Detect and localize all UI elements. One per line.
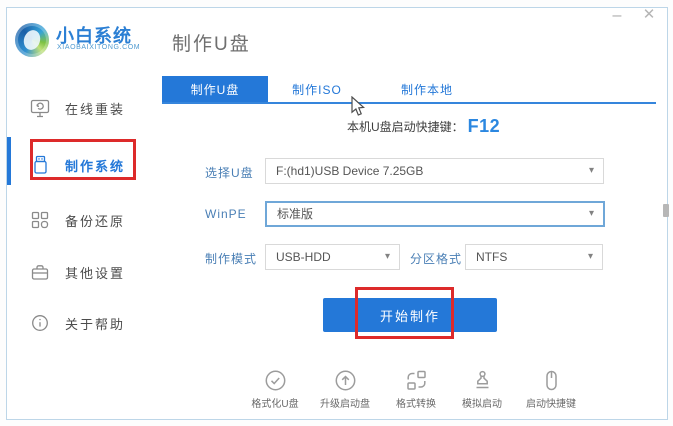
mode-select-value: USB-HDD xyxy=(276,250,331,264)
app-window: – ✕ 小白系统 XIAOBAIXITONG.COM 制作U盘 在线重装 制作系… xyxy=(0,0,673,426)
annotation-box-start-button xyxy=(355,287,454,339)
convert-icon xyxy=(405,369,428,392)
tab-make-udisk[interactable]: 制作U盘 xyxy=(162,76,268,103)
sidebar-item-label: 备份还原 xyxy=(65,213,126,229)
sidebar-item-backup-restore[interactable]: 备份还原 xyxy=(30,207,150,233)
backup-restore-icon xyxy=(30,210,50,230)
toolbar-simulate-boot[interactable]: 模拟启动 xyxy=(449,369,515,410)
mouse-icon xyxy=(540,369,563,392)
toolbar-upgrade-bootdisk[interactable]: 升级启动盘 xyxy=(312,369,378,410)
monitor-reinstall-icon xyxy=(30,98,50,118)
window-resize-handle[interactable] xyxy=(663,204,669,217)
app-logo-icon xyxy=(15,23,49,57)
toolbar-item-label: 格式转换 xyxy=(396,399,436,410)
sidebar-item-label: 其他设置 xyxy=(65,265,126,281)
mode-select[interactable]: USB-HDD ▾ xyxy=(265,244,400,270)
partition-select[interactable]: NTFS ▾ xyxy=(465,244,603,270)
stamp-icon xyxy=(471,369,494,392)
tab-underline xyxy=(162,102,656,104)
winpe-select-value: 标准版 xyxy=(277,207,314,221)
sidebar-item-label: 关于帮助 xyxy=(65,316,126,332)
partition-label: 分区格式 xyxy=(410,252,463,266)
boot-hotkey-value: F12 xyxy=(467,115,501,136)
logo-swirl xyxy=(21,28,43,52)
briefcase-icon xyxy=(30,262,50,282)
close-button[interactable]: ✕ xyxy=(638,4,660,26)
winpe-select[interactable]: 标准版 ▾ xyxy=(265,201,605,227)
toolbar-item-label: 模拟启动 xyxy=(462,399,502,410)
sidebar-item-online-reinstall[interactable]: 在线重装 xyxy=(30,95,150,121)
boot-hotkey-label: 本机U盘启动快捷键： xyxy=(347,119,464,134)
udisk-label: 选择U盘 xyxy=(205,166,254,180)
sidebar-item-other-settings[interactable]: 其他设置 xyxy=(30,259,150,285)
minimize-button[interactable]: – xyxy=(606,5,628,27)
toolbar-format-udisk[interactable]: 格式化U盘 xyxy=(242,369,308,410)
check-circle-icon xyxy=(264,369,287,392)
udisk-select[interactable]: F:(hd1)USB Device 7.25GB ▾ xyxy=(265,158,604,184)
toolbar-item-label: 升级启动盘 xyxy=(320,399,370,410)
mode-label: 制作模式 xyxy=(205,252,258,266)
page-title: 制作U盘 xyxy=(172,34,251,55)
chevron-down-icon: ▾ xyxy=(588,165,594,176)
boot-hotkey-row: 本机U盘启动快捷键： F12 xyxy=(347,113,500,139)
tab-make-iso[interactable]: 制作ISO xyxy=(277,76,357,103)
winpe-label: WinPE xyxy=(205,207,247,221)
brand-domain: XIAOBAIXITONG.COM xyxy=(57,44,141,51)
toolbar-item-label: 格式化U盘 xyxy=(251,399,299,410)
info-icon xyxy=(30,313,50,333)
toolbar-boot-hotkey[interactable]: 启动快捷键 xyxy=(518,369,584,410)
chevron-down-icon: ▾ xyxy=(588,208,594,219)
arrow-up-circle-icon xyxy=(334,369,357,392)
sidebar-item-label: 在线重装 xyxy=(65,101,126,117)
toolbar-item-label: 启动快捷键 xyxy=(526,399,576,410)
sidebar-item-about-help[interactable]: 关于帮助 xyxy=(30,310,150,336)
toolbar-format-convert[interactable]: 格式转换 xyxy=(383,369,449,410)
annotation-box-sidebar xyxy=(30,139,136,180)
sidebar-active-indicator xyxy=(7,137,11,185)
chevron-down-icon: ▾ xyxy=(587,251,593,262)
tab-make-local[interactable]: 制作本地 xyxy=(387,76,467,103)
partition-select-value: NTFS xyxy=(476,250,508,264)
chevron-down-icon: ▾ xyxy=(384,251,390,262)
udisk-select-value: F:(hd1)USB Device 7.25GB xyxy=(276,164,424,178)
